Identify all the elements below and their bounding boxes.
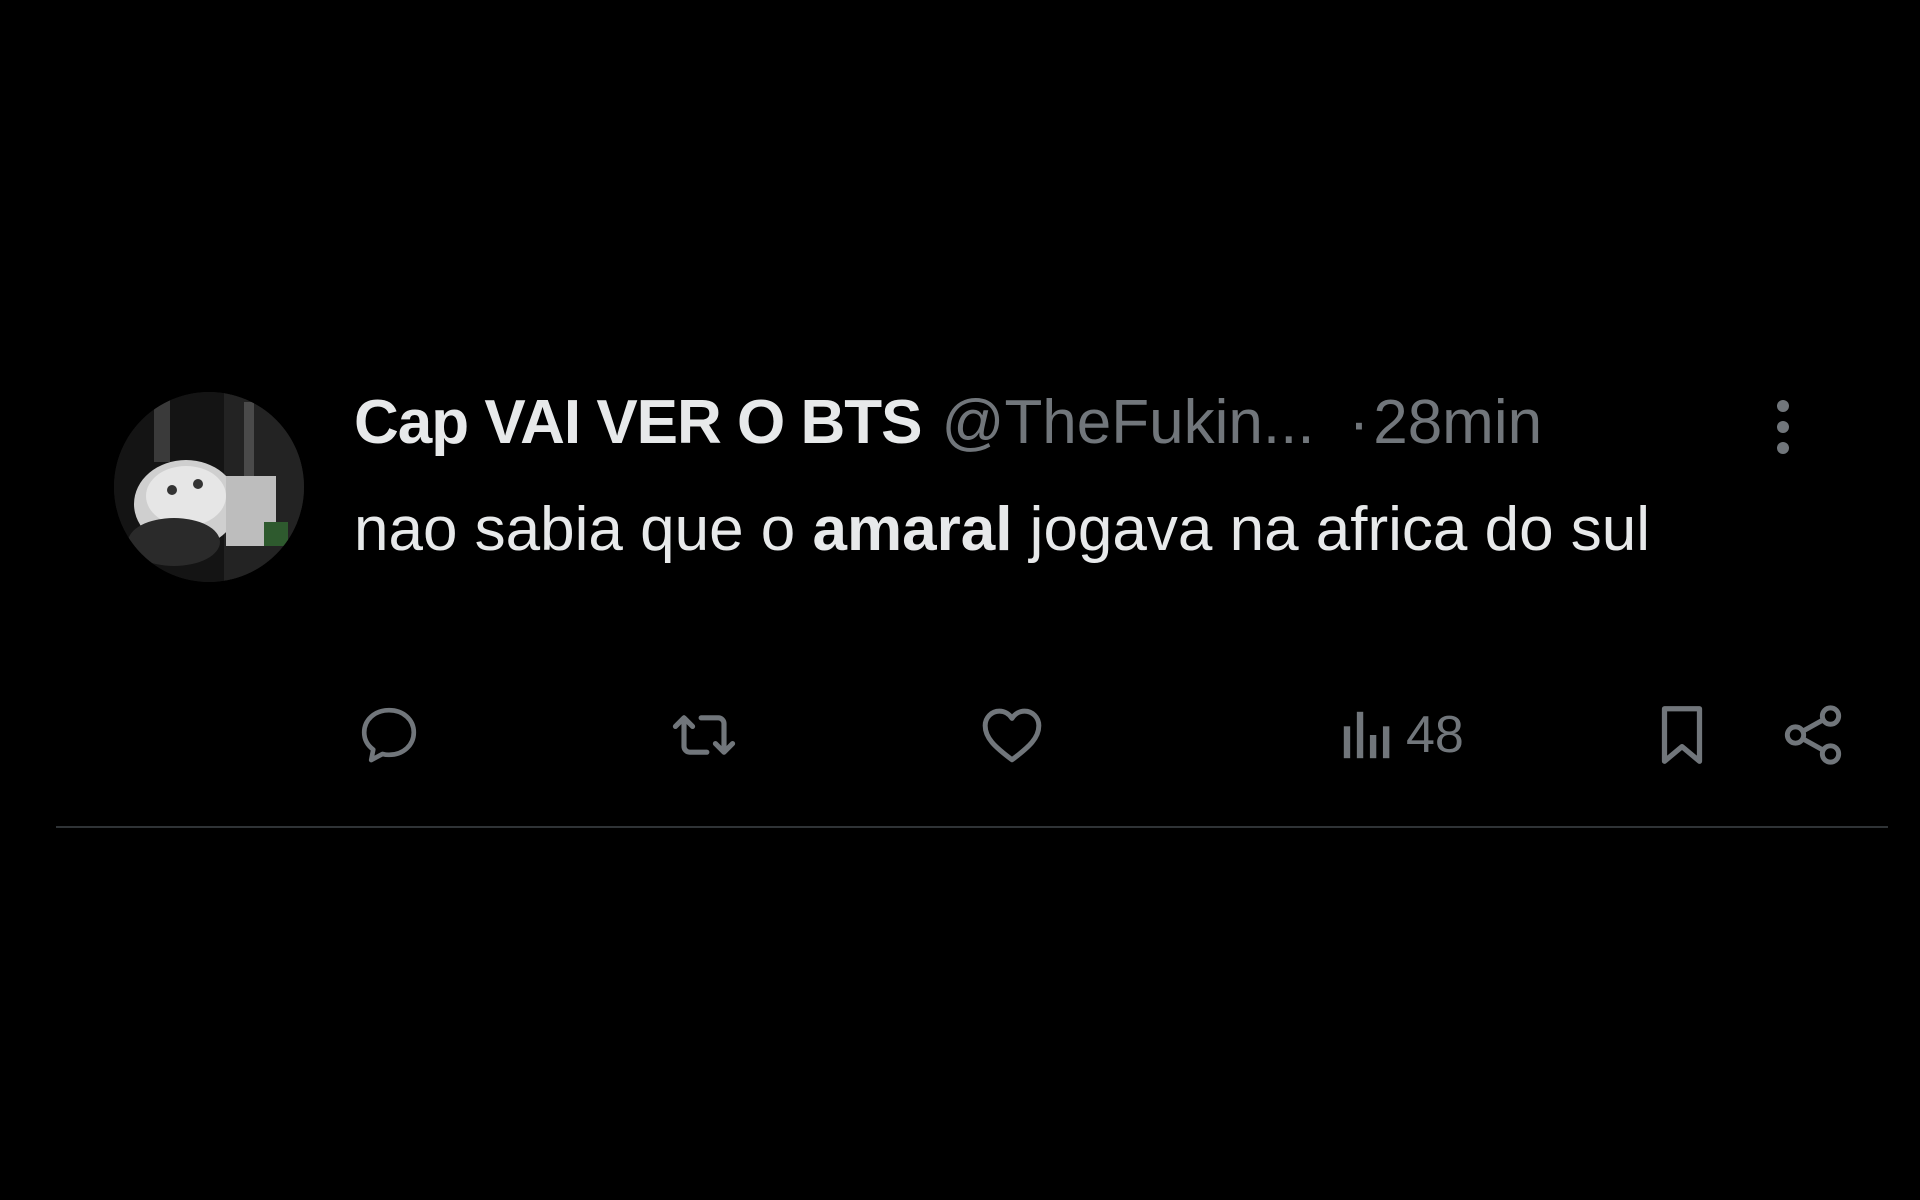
tweet-text-bold: amaral	[812, 495, 1013, 564]
more-options-icon	[1777, 400, 1789, 454]
tweet-text: nao sabia que o amaral jogava na africa …	[354, 482, 1834, 578]
like-icon	[982, 708, 1042, 763]
avatar[interactable]	[114, 392, 304, 582]
tweet[interactable]: Cap VAI VER O BTS @TheFukin... ·28min nao …	[56, 392, 1888, 828]
share-button[interactable]	[1778, 700, 1848, 770]
avatar-image	[114, 392, 304, 582]
tweet-actions: 48	[354, 700, 1854, 770]
bookmark-button[interactable]	[1652, 700, 1712, 770]
author-handle[interactable]: @TheFukin...	[942, 388, 1315, 457]
reply-icon	[361, 707, 417, 763]
author-display-name[interactable]: Cap VAI VER O BTS	[354, 388, 922, 457]
views-icon	[1343, 711, 1390, 759]
retweet-icon	[672, 715, 736, 755]
more-options-button[interactable]	[1769, 397, 1797, 457]
tweet-divider	[56, 826, 1888, 828]
tweet-timestamp[interactable]: 28min	[1373, 388, 1542, 457]
reply-button[interactable]	[354, 700, 424, 770]
share-icon	[1784, 705, 1842, 765]
header-separator: ·	[1348, 388, 1370, 457]
views-button[interactable]: 48	[1338, 700, 1464, 770]
tweet-text-part: nao sabia que o	[354, 495, 813, 564]
page: Cap VAI VER O BTS @TheFukin... ·28min nao …	[0, 0, 1920, 1200]
retweet-button[interactable]	[664, 700, 744, 770]
bookmark-icon	[1661, 706, 1703, 764]
like-button[interactable]	[976, 700, 1048, 770]
tweet-text-part: jogava na africa do sul	[1012, 495, 1651, 564]
tweet-header: Cap VAI VER O BTS @TheFukin... ·28min	[354, 392, 1834, 454]
views-count: 48	[1406, 706, 1464, 764]
